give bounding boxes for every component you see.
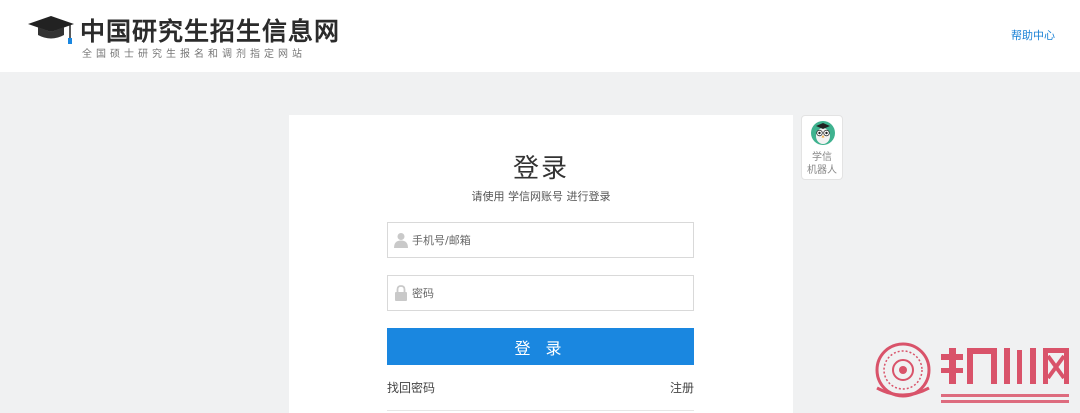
forgot-password-link[interactable]: 找回密码: [387, 379, 435, 396]
site-title: 中国研究生招生信息网: [80, 17, 341, 46]
graduation-cap-icon: [28, 16, 74, 44]
lock-icon: [395, 285, 407, 301]
register-link[interactable]: 注册: [670, 379, 694, 396]
login-title: 登录: [512, 154, 569, 184]
username-field[interactable]: [387, 222, 694, 258]
header: 中国研究生招生信息网 全国硕士研究生报名和调剂指定网站 帮助中心: [0, 0, 1080, 72]
password-input[interactable]: [412, 276, 690, 310]
robot-label: 学信 机器人: [802, 151, 842, 177]
divider: [387, 410, 694, 411]
seal-icon: [875, 342, 931, 398]
site-logo[interactable]: 中国研究生招生信息网 全国硕士研究生报名和调剂指定网站: [26, 12, 346, 62]
login-panel: 登录 请使用 学信网账号 进行登录 登 录 找回密码 注册: [289, 115, 793, 413]
robot-label-line2: 机器人: [807, 165, 837, 176]
password-field[interactable]: [387, 275, 694, 311]
login-button[interactable]: 登 录: [387, 328, 694, 365]
user-icon: [394, 233, 408, 248]
robot-avatar-icon: [811, 121, 835, 145]
robot-assistant-button[interactable]: 学信 机器人: [801, 115, 843, 180]
watermark-logo: [875, 342, 1069, 403]
help-center-link[interactable]: 帮助中心: [1011, 27, 1055, 43]
site-subtitle: 全国硕士研究生报名和调剂指定网站: [82, 49, 306, 60]
username-input[interactable]: [412, 223, 690, 257]
login-subtitle: 请使用 学信网账号 进行登录: [471, 190, 611, 203]
robot-label-line1: 学信: [812, 152, 832, 163]
